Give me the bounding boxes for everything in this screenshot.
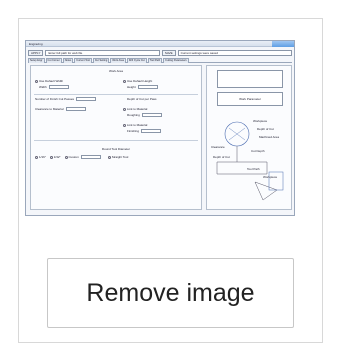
- radio-icon: [123, 107, 126, 111]
- callout: Workpiece: [253, 119, 267, 123]
- radio-icon: [123, 79, 126, 83]
- use-default-width-label: Use Default Width: [39, 79, 64, 83]
- clearance-label: Clearance to Material: [35, 107, 64, 111]
- height-label: Height: [127, 85, 136, 89]
- size-option: 1/32": [53, 155, 61, 159]
- diagram-panel: Work Parameter Workpiece Depth of Cut Ma…: [206, 65, 292, 210]
- callout: Tool Path: [247, 167, 260, 171]
- finish-passes-label: Number of Finish Cut Passes: [35, 97, 75, 101]
- tab: Cut Corner: [45, 58, 62, 63]
- size-option: 1/16": [39, 155, 46, 159]
- settings-panel: Work Area Use Default Width Use Default …: [30, 65, 202, 210]
- callout: Depth of Cut: [213, 155, 230, 159]
- comment-field: Current settings were saved: [177, 49, 293, 56]
- save-button: SAVE: [161, 49, 176, 56]
- tool-cross: [228, 127, 246, 141]
- tab: Current Tool: [74, 58, 92, 63]
- tab: Work Area: [110, 58, 126, 63]
- path-field: Enter full path for web file: [45, 49, 160, 56]
- roughing-field: [141, 113, 162, 118]
- custom-size-field: [80, 155, 101, 160]
- radio-icon: [107, 155, 111, 159]
- tab: Cutting Parameters: [163, 58, 189, 63]
- apply-button: APPLY: [28, 49, 44, 56]
- callout: Depth of Cut: [257, 127, 274, 131]
- close-icon: [272, 41, 294, 47]
- width-label: Width: [39, 85, 47, 89]
- depth-per-pass-label: Depth of Cut per Pass: [127, 97, 157, 101]
- height-row: Height: [127, 84, 197, 91]
- roughing-label: Roughing: [127, 113, 140, 117]
- tab: Notes: [62, 58, 74, 63]
- remove-image-button[interactable]: Remove image: [47, 258, 294, 328]
- clearance-field: [65, 107, 86, 112]
- tab: Tool Path: [147, 58, 163, 63]
- radio-icon: [35, 79, 38, 83]
- callout: Machined Area: [259, 135, 279, 139]
- link-to-material-label-2: Link to Material: [127, 123, 148, 127]
- link-to-material-label: Link to Material: [127, 107, 148, 111]
- tool-diagram: Workpiece Depth of Cut Machined Area Cle…: [211, 119, 284, 201]
- tab: Drill Cycle Cut: [126, 58, 147, 63]
- radio-icon: [64, 155, 68, 159]
- roughing-row: Roughing: [127, 112, 197, 119]
- window-title: Engraving: [26, 41, 294, 47]
- size-option: Custom: [68, 155, 79, 159]
- radio-icon: [123, 123, 126, 127]
- finishing-row: Finishing: [127, 128, 197, 135]
- image-thumbnail: Engraving APPLY Enter full path for web …: [25, 40, 315, 220]
- tab: Cut Setting: [92, 58, 110, 63]
- height-field: [137, 85, 158, 90]
- engraving-dialog-screenshot: Engraving APPLY Enter full path for web …: [25, 40, 295, 216]
- round-tool-diameter-label: Round Tool Diameter: [101, 147, 131, 151]
- radio-icon: [49, 155, 53, 159]
- callout: Cut Depth: [251, 149, 265, 153]
- work-area-title: Work Area: [109, 69, 123, 73]
- thumbnail-toolbar: APPLY Enter full path for web file SAVE …: [28, 49, 293, 56]
- tool-size-row: 1/16" 1/32" Custom Straight Tool: [35, 154, 197, 161]
- use-default-height-label: Use Default Height: [127, 79, 153, 83]
- diagram-box-top: [217, 70, 283, 88]
- work-parameter-box: Work Parameter: [217, 92, 283, 106]
- callout: Clearance: [211, 145, 225, 149]
- finish-passes-field: [76, 97, 97, 102]
- angle-indicator: [254, 181, 278, 201]
- finishing-label: Finishing: [127, 129, 140, 133]
- callout: Workpiece: [263, 175, 277, 179]
- thumbnail-tabs: Setup Engr Cut Corner Notes Current Tool…: [28, 58, 292, 63]
- divider: [34, 140, 198, 141]
- straight-tool-label: Straight Tool: [111, 155, 129, 159]
- finishing-field: [141, 129, 162, 134]
- radio-icon: [35, 155, 38, 159]
- width-field: [48, 85, 69, 90]
- tab: Setup Engr: [28, 58, 45, 63]
- divider: [34, 94, 198, 95]
